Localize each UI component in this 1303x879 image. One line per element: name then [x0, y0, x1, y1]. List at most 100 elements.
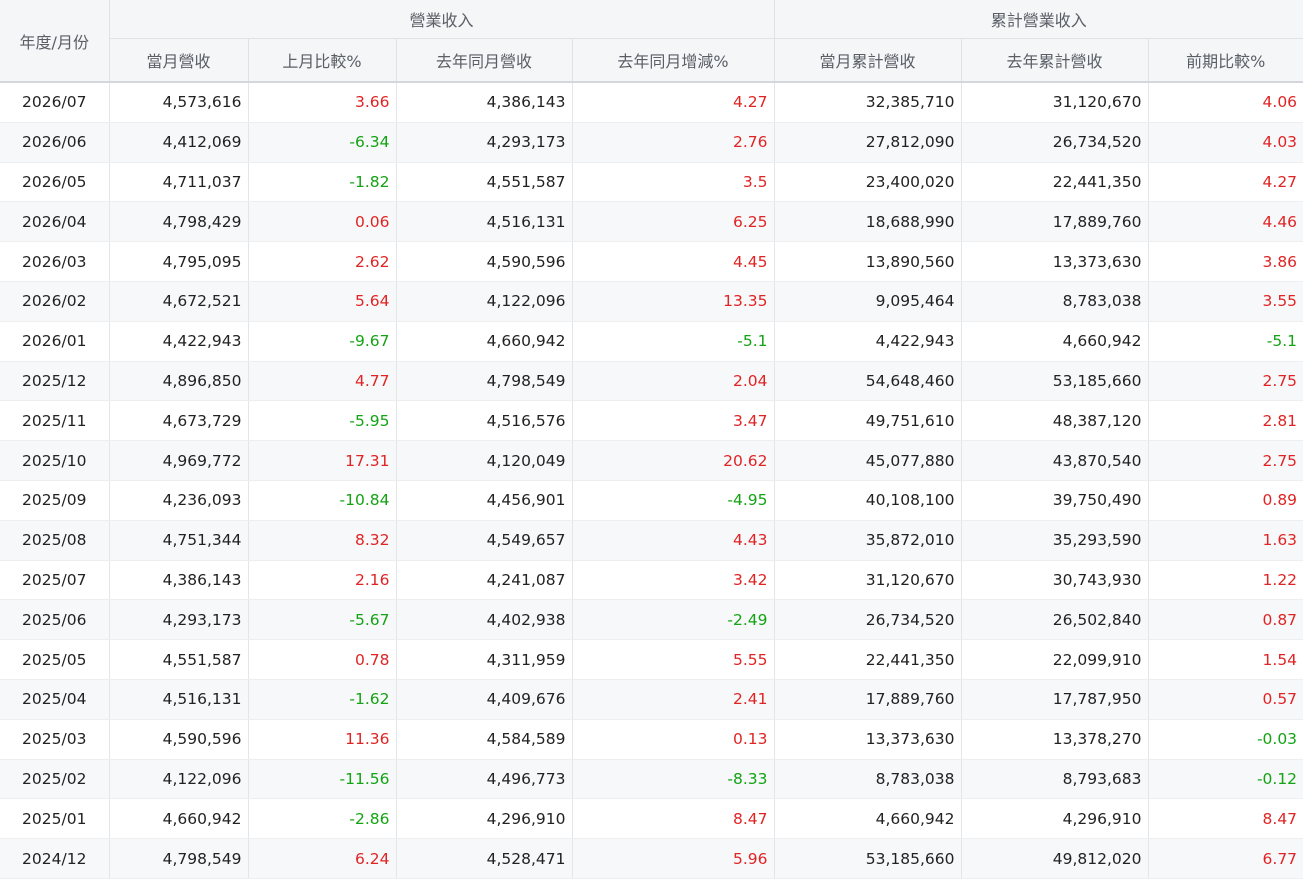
yoy-pct-cell: 2.41: [572, 679, 775, 720]
period-cell: 2025/04: [0, 679, 110, 720]
table-row: 2026/04 4,798,429 0.06 4,516,131 6.25 18,688,…: [0, 201, 1303, 243]
table-row: 2026/03 4,795,095 2.62 4,590,596 4.45 13,890,…: [0, 241, 1303, 282]
last-year-cumulative-cell: 35,293,590: [961, 520, 1149, 561]
cumulative-revenue-cell: 31,120,670: [774, 560, 962, 601]
monthly-revenue-cell: 4,798,549: [109, 838, 249, 879]
yoy-pct-cell: 3.42: [572, 560, 775, 601]
cumulative-revenue-cell: 18,688,990: [774, 201, 962, 243]
table-row: 2025/06 4,293,173 -5.67 4,402,938 -2.49 26,73…: [0, 599, 1303, 641]
table-header: 年度/月份 營業收入 累計營業收入 當月營收 上月比較% 去年同月營收 去年同月…: [0, 0, 1303, 83]
cumulative-pct-cell: 3.55: [1148, 281, 1303, 322]
period-cell: 2026/04: [0, 201, 110, 243]
last-year-cumulative-cell: 49,812,020: [961, 838, 1149, 879]
yoy-pct-cell: 5.96: [572, 838, 775, 879]
last-year-cumulative-cell: 17,889,760: [961, 201, 1149, 243]
cumulative-pct-cell: 0.89: [1148, 480, 1303, 521]
cumulative-revenue-cell: 26,734,520: [774, 599, 962, 641]
period-cell: 2025/07: [0, 560, 110, 601]
cumulative-pct-cell: -0.03: [1148, 719, 1303, 760]
last-year-cumulative-cell: 8,783,038: [961, 281, 1149, 322]
period-cell: 2026/01: [0, 321, 110, 362]
period-cell: 2025/01: [0, 798, 110, 840]
cumulative-pct-cell: 2.81: [1148, 400, 1303, 442]
yoy-pct-cell: 8.47: [572, 798, 775, 840]
last-year-revenue-cell: 4,402,938: [396, 599, 573, 641]
cumulative-revenue-cell: 45,077,880: [774, 440, 962, 481]
cumulative-pct-cell: 4.27: [1148, 162, 1303, 203]
mom-pct-cell: -10.84: [248, 480, 397, 521]
cumulative-pct-cell: 1.63: [1148, 520, 1303, 561]
yoy-pct-cell: 4.45: [572, 241, 775, 282]
last-year-cumulative-cell: 22,441,350: [961, 162, 1149, 203]
mom-pct-cell: 6.24: [248, 838, 397, 879]
last-year-revenue-cell: 4,496,773: [396, 759, 573, 800]
last-year-revenue-cell: 4,122,096: [396, 281, 573, 322]
cumulative-revenue-cell: 49,751,610: [774, 400, 962, 442]
column-header-last-year-revenue[interactable]: 去年同月營收: [396, 38, 573, 83]
last-year-cumulative-cell: 53,185,660: [961, 361, 1149, 402]
group-header-revenue: 營業收入: [109, 0, 775, 39]
group-header-cumulative: 累計營業收入: [774, 0, 1303, 39]
period-cell: 2025/10: [0, 440, 110, 481]
table-row: 2026/06 4,412,069 -6.34 4,293,173 2.76 27,812…: [0, 122, 1303, 163]
period-cell: 2024/12: [0, 838, 110, 879]
monthly-revenue-cell: 4,795,095: [109, 241, 249, 282]
last-year-cumulative-cell: 43,870,540: [961, 440, 1149, 481]
last-year-cumulative-cell: 4,296,910: [961, 798, 1149, 840]
cumulative-revenue-cell: 13,890,560: [774, 241, 962, 282]
column-header-last-year-cumulative[interactable]: 去年累計營收: [961, 38, 1149, 83]
monthly-revenue-cell: 4,516,131: [109, 679, 249, 720]
cumulative-pct-cell: 2.75: [1148, 440, 1303, 481]
mom-pct-cell: 5.64: [248, 281, 397, 322]
yoy-pct-cell: 5.55: [572, 639, 775, 680]
column-header-cumulative-pct[interactable]: 前期比較%: [1148, 38, 1303, 83]
mom-pct-cell: -5.95: [248, 400, 397, 442]
period-cell: 2025/02: [0, 759, 110, 800]
cumulative-pct-cell: 1.22: [1148, 560, 1303, 601]
monthly-revenue-cell: 4,551,587: [109, 639, 249, 680]
last-year-revenue-cell: 4,456,901: [396, 480, 573, 521]
monthly-revenue-cell: 4,412,069: [109, 122, 249, 163]
last-year-revenue-cell: 4,660,942: [396, 321, 573, 362]
table-row: 2024/12 4,798,549 6.24 4,528,471 5.96 53,185,…: [0, 838, 1303, 879]
last-year-revenue-cell: 4,516,576: [396, 400, 573, 442]
mom-pct-cell: 0.06: [248, 201, 397, 243]
last-year-cumulative-cell: 22,099,910: [961, 639, 1149, 680]
table-row: 2025/05 4,551,587 0.78 4,311,959 5.55 22,441,…: [0, 639, 1303, 680]
last-year-revenue-cell: 4,120,049: [396, 440, 573, 481]
period-cell: 2026/03: [0, 241, 110, 282]
last-year-revenue-cell: 4,241,087: [396, 560, 573, 601]
last-year-revenue-cell: 4,551,587: [396, 162, 573, 203]
yoy-pct-cell: 20.62: [572, 440, 775, 481]
column-header-mom-pct[interactable]: 上月比較%: [248, 38, 397, 83]
cumulative-revenue-cell: 4,660,942: [774, 798, 962, 840]
cumulative-pct-cell: 6.77: [1148, 838, 1303, 879]
mom-pct-cell: 0.78: [248, 639, 397, 680]
period-cell: 2026/07: [0, 82, 110, 123]
column-header-cumulative-revenue[interactable]: 當月累計營收: [774, 38, 962, 83]
cumulative-pct-cell: 3.86: [1148, 241, 1303, 282]
last-year-revenue-cell: 4,311,959: [396, 639, 573, 680]
yoy-pct-cell: 4.27: [572, 82, 775, 123]
mom-pct-cell: -5.67: [248, 599, 397, 641]
column-header-yoy-pct[interactable]: 去年同月增減%: [572, 38, 775, 83]
period-cell: 2026/05: [0, 162, 110, 203]
column-header-monthly-revenue[interactable]: 當月營收: [109, 38, 249, 83]
cumulative-revenue-cell: 4,422,943: [774, 321, 962, 362]
last-year-revenue-cell: 4,296,910: [396, 798, 573, 840]
yoy-pct-cell: 2.76: [572, 122, 775, 163]
table-row: 2025/11 4,673,729 -5.95 4,516,576 3.47 49,751…: [0, 400, 1303, 442]
mom-pct-cell: 11.36: [248, 719, 397, 760]
table-row: 2025/08 4,751,344 8.32 4,549,657 4.43 35,872,…: [0, 520, 1303, 561]
period-cell: 2025/08: [0, 520, 110, 561]
cumulative-pct-cell: 4.03: [1148, 122, 1303, 163]
last-year-revenue-cell: 4,409,676: [396, 679, 573, 720]
column-header-period[interactable]: 年度/月份: [0, 0, 110, 83]
yoy-pct-cell: -8.33: [572, 759, 775, 800]
table-row: 2026/01 4,422,943 -9.67 4,660,942 -5.1 4,422,…: [0, 321, 1303, 362]
yoy-pct-cell: 3.5: [572, 162, 775, 203]
cumulative-pct-cell: 8.47: [1148, 798, 1303, 840]
cumulative-revenue-cell: 32,385,710: [774, 82, 962, 123]
period-cell: 2025/05: [0, 639, 110, 680]
table-row: 2025/01 4,660,942 -2.86 4,296,910 8.47 4,660,…: [0, 798, 1303, 840]
